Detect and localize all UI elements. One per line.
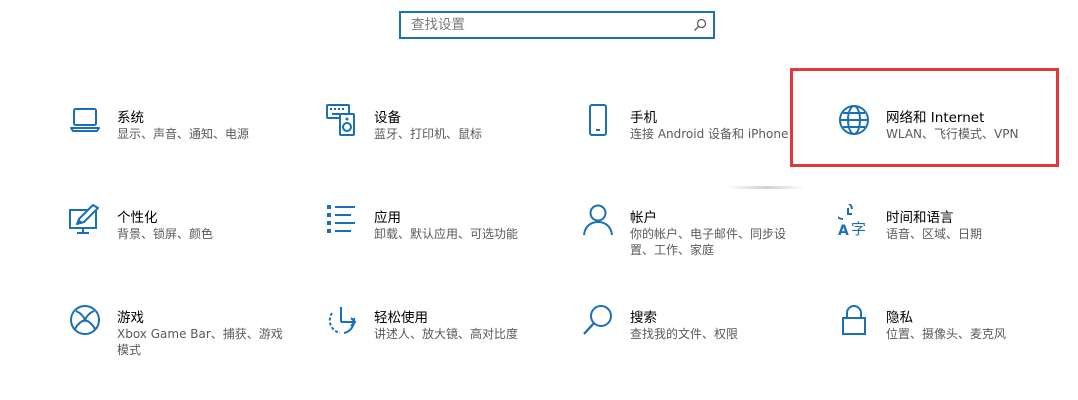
tile-title: 隐私 bbox=[886, 310, 913, 326]
tile-system[interactable]: 系统 显示、声音、通知、电源 bbox=[69, 104, 289, 164]
settings-search-box[interactable] bbox=[399, 11, 715, 39]
tile-description: 连接 Android 设备和 iPhone bbox=[630, 127, 789, 141]
tile-title: 手机 bbox=[630, 110, 657, 126]
tile-description: 蓝牙、打印机、鼠标 bbox=[374, 127, 483, 141]
tile-apps[interactable]: 应用 卸载、默认应用、可选功能 bbox=[326, 204, 546, 264]
laptop-icon bbox=[70, 108, 100, 132]
lock-icon bbox=[842, 305, 866, 335]
tile-description: 位置、摄像头、麦克风 bbox=[886, 327, 1007, 341]
tile-title: 时间和语言 bbox=[886, 210, 954, 226]
hover-shadow-divider bbox=[726, 186, 806, 189]
tile-gaming[interactable]: 游戏 Xbox Game Bar、捕获、游戏模式 bbox=[69, 304, 289, 364]
globe-icon bbox=[839, 105, 869, 135]
ease-of-access-icon bbox=[328, 307, 357, 334]
tile-description: 背景、锁屏、颜色 bbox=[117, 227, 214, 241]
tile-title: 个性化 bbox=[117, 210, 158, 226]
tile-title: 搜索 bbox=[630, 310, 657, 326]
tile-description: 你的帐户、电子邮件、同步设置、工作、家庭 bbox=[630, 227, 787, 257]
tile-description: Xbox Game Bar、捕获、游戏模式 bbox=[117, 327, 283, 357]
svg-text:字: 字 bbox=[851, 220, 866, 236]
tile-title: 系统 bbox=[117, 110, 144, 126]
tile-privacy[interactable]: 隐私 位置、摄像头、麦克风 bbox=[838, 304, 1058, 364]
time-language-icon: A 字 bbox=[838, 204, 866, 236]
tile-title: 设备 bbox=[374, 110, 401, 126]
tile-description: WLAN、飞行模式、VPN bbox=[886, 127, 1019, 141]
tile-description: 查找我的文件、权限 bbox=[630, 327, 739, 341]
tile-network-internet[interactable]: 网络和 Internet WLAN、飞行模式、VPN bbox=[838, 104, 1058, 164]
tile-personalization[interactable]: 个性化 背景、锁屏、颜色 bbox=[69, 204, 289, 264]
apps-list-icon bbox=[327, 205, 355, 233]
person-icon bbox=[583, 204, 613, 236]
tile-title: 游戏 bbox=[117, 310, 144, 326]
tile-title: 应用 bbox=[374, 210, 401, 226]
keyboard-speaker-icon bbox=[326, 104, 355, 136]
tile-search[interactable]: 搜索 查找我的文件、权限 bbox=[582, 304, 802, 364]
tile-description: 语音、区域、日期 bbox=[886, 227, 983, 241]
svg-text:A: A bbox=[838, 223, 849, 236]
tile-description: 讲述人、放大镜、高对比度 bbox=[374, 327, 519, 341]
tile-time-language[interactable]: A 字 时间和语言 语音、区域、日期 bbox=[838, 204, 1058, 264]
tile-accounts[interactable]: 帐户 你的帐户、电子邮件、同步设置、工作、家庭 bbox=[582, 204, 802, 264]
settings-search-input[interactable] bbox=[401, 13, 691, 37]
phone-icon bbox=[589, 104, 607, 136]
tile-title: 帐户 bbox=[630, 210, 657, 226]
search-icon bbox=[583, 305, 612, 335]
tile-description: 显示、声音、通知、电源 bbox=[117, 127, 250, 141]
search-icon[interactable] bbox=[693, 18, 707, 32]
tile-ease-of-access[interactable]: 轻松使用 讲述人、放大镜、高对比度 bbox=[326, 304, 546, 364]
tile-devices[interactable]: 设备 蓝牙、打印机、鼠标 bbox=[326, 104, 546, 164]
tile-title: 轻松使用 bbox=[374, 310, 428, 326]
tile-description: 卸载、默认应用、可选功能 bbox=[374, 227, 519, 241]
tile-phone[interactable]: 手机 连接 Android 设备和 iPhone bbox=[582, 104, 802, 164]
xbox-icon bbox=[70, 305, 100, 335]
paint-monitor-icon bbox=[69, 204, 99, 234]
tile-title: 网络和 Internet bbox=[886, 110, 985, 126]
